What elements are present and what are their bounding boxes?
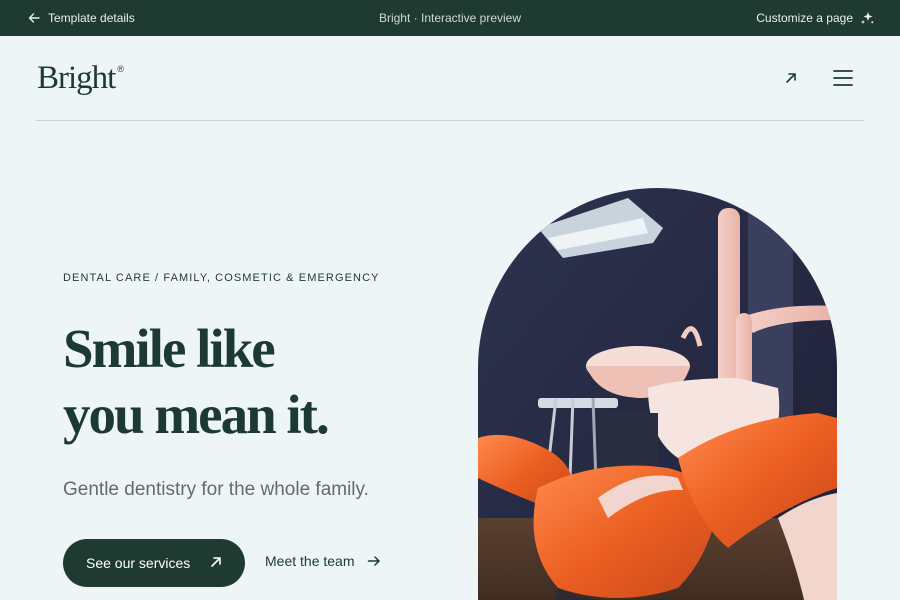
preview-bar: Template details Bright · Interactive pr… [0,0,900,36]
arrow-up-right-icon [211,557,221,567]
meet-team-link[interactable]: Meet the team [265,553,381,569]
customize-page-button[interactable]: Customize a page [756,0,874,36]
template-details-label: Template details [48,11,135,25]
arrow-up-right-icon[interactable] [782,69,800,87]
logo-text: Bright [37,60,116,96]
site-logo[interactable]: Bright ® [37,60,124,97]
menu-icon[interactable] [832,68,854,88]
see-services-button[interactable]: See our services [63,539,245,587]
arrow-right-icon [367,556,380,566]
meet-team-label: Meet the team [265,553,355,569]
hero-subtitle: Gentle dentistry for the whole family. [63,479,369,500]
dental-chair-illustration [478,188,837,600]
customize-page-label: Customize a page [756,11,853,25]
hero-photo-dental-chair [478,188,837,600]
hero-eyebrow: DENTAL CARE / FAMILY, COSMETIC & EMERGEN… [63,272,380,284]
sparkle-icon [861,12,874,24]
logo-registered-mark: ® [117,64,124,74]
hero-headline-line-1: Smile like [63,318,276,379]
hero-headline-line-2: you mean it. [63,384,330,445]
arrow-left-icon [28,13,40,23]
preview-title: Bright · Interactive preview [378,11,522,25]
template-details-link[interactable]: Template details [28,0,135,36]
see-services-label: See our services [86,555,191,571]
header-divider [36,120,864,121]
hero-headline: Smile like you mean it. [63,316,423,448]
